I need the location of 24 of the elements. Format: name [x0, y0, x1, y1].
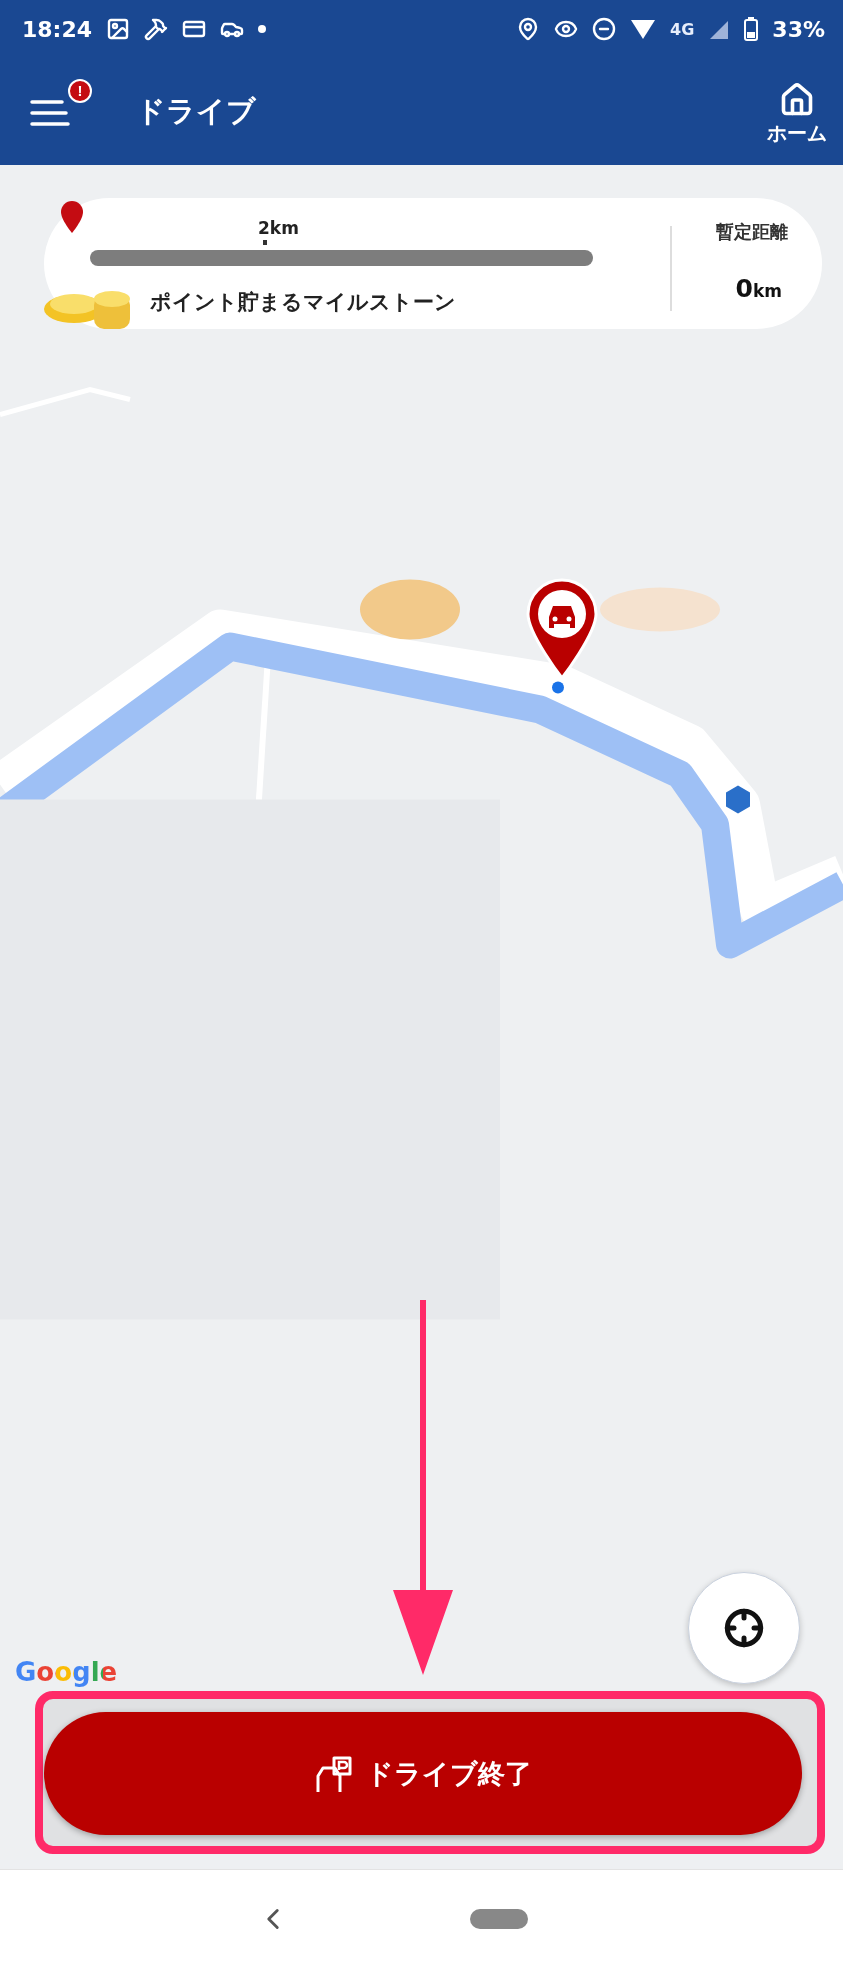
status-time: 18:24: [22, 16, 93, 42]
pin-icon: [60, 200, 84, 234]
milestone-marker-label: 2km: [258, 218, 300, 238]
menu-button[interactable]: !: [30, 78, 92, 137]
battery-level: 33%: [772, 16, 825, 42]
home-pill[interactable]: [469, 1908, 528, 1929]
battery-icon: [744, 17, 759, 41]
home-button[interactable]: ホーム: [767, 76, 827, 147]
home-icon: [779, 82, 815, 118]
screen-title: ドライブ: [136, 92, 257, 130]
menu-icon: [30, 97, 70, 128]
dot-icon: [258, 25, 267, 33]
image-icon: [106, 17, 131, 41]
alert-badge: !: [68, 78, 92, 103]
hammer-icon: [144, 17, 169, 41]
distance-label: 暫定距離: [716, 220, 788, 244]
locate-icon: [724, 1608, 764, 1648]
milestone-tick-icon: [263, 240, 267, 245]
do-not-disturb-icon: [592, 17, 617, 41]
milestone-title: ポイント貯まるマイルストーン: [150, 289, 457, 316]
end-drive-button[interactable]: ドライブ終了: [44, 1712, 802, 1835]
wifi-icon: [630, 17, 657, 41]
distance-value: 0km: [735, 274, 782, 303]
network-type: 4G: [670, 19, 695, 39]
